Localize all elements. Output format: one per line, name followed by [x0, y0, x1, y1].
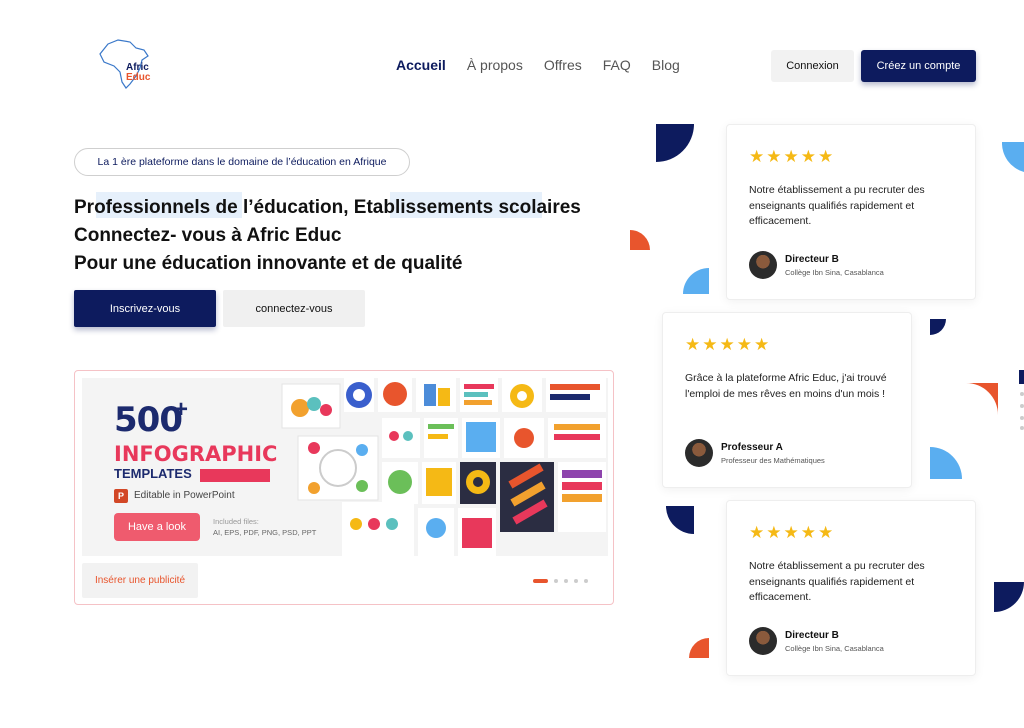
testimonial-role: Professeur des Mathématiques [721, 456, 825, 465]
nav-accueil[interactable]: Accueil [396, 57, 446, 73]
login-button[interactable]: Connexion [771, 50, 854, 82]
nav-faq[interactable]: FAQ [603, 57, 631, 73]
have-a-look-button[interactable]: Have a look [114, 513, 200, 541]
decor-quarter-orange [966, 383, 998, 415]
register-button[interactable]: Inscrivez-vous [74, 290, 216, 327]
logo[interactable]: Afric Educ [96, 38, 156, 92]
decor-quarter-sky [930, 447, 962, 479]
signup-button[interactable]: Créez un compte [861, 50, 976, 82]
hero-headline: Professionnels de l’éducation, Etablisse… [74, 194, 581, 278]
ad-subtitle: TEMPLATES [114, 466, 192, 481]
carousel-dot[interactable] [564, 579, 568, 583]
main-nav: Accueil À propos Offres FAQ Blog [396, 57, 680, 73]
headline-line-2: Connectez- vous à Afric Educ [74, 225, 342, 246]
carousel-dots [533, 579, 588, 583]
headline-line-3: Pour une éducation innovante et de quali… [74, 253, 463, 274]
nav-blog[interactable]: Blog [652, 57, 680, 73]
decor-quarter-navy [666, 506, 694, 534]
ad-title: INFOGRAPHIC [114, 442, 278, 466]
avatar [749, 627, 777, 655]
ad-files-label: Included files: [213, 517, 259, 526]
testimonial-quote: Notre établissement a pu recruter des en… [749, 560, 925, 603]
decor-quarter-sky [683, 268, 709, 294]
decor-quarter-orange [630, 230, 650, 250]
infographic-collage-image [281, 378, 606, 556]
nav-offres[interactable]: Offres [544, 57, 582, 73]
ad-plus: + [174, 396, 189, 423]
carousel-dot[interactable] [574, 579, 578, 583]
headline-line-1: Professionnels de l’éducation, Etablisse… [74, 197, 581, 218]
testimonial-name: Professeur A [721, 442, 783, 453]
decor-quarter-navy [994, 582, 1024, 612]
decor-scroll-dots [1019, 370, 1024, 430]
avatar [685, 439, 713, 467]
star-rating-icon: ★★★★★ [685, 335, 772, 354]
ad-number: 500 [114, 400, 183, 440]
insert-ad-button[interactable]: Insérer une publicité [82, 563, 198, 598]
avatar [749, 251, 777, 279]
logo-text: Afric Educ [126, 63, 150, 83]
logo-line-2: Educ [126, 72, 151, 83]
ad-accent-bar [200, 469, 270, 482]
carousel-dot[interactable] [554, 579, 558, 583]
testimonial-role: Collège Ibn Sina, Casablanca [785, 644, 884, 653]
testimonial-role: Collège Ibn Sina, Casablanca [785, 268, 884, 277]
ad-ppt-text: Editable in PowerPoint [134, 490, 235, 501]
decor-quarter-orange [689, 638, 709, 658]
testimonial-quote: Grâce à la plateforme Afric Educ, j'ai t… [685, 372, 887, 400]
testimonial-name: Directeur B [785, 254, 839, 265]
decor-quarter-sky [1002, 142, 1024, 172]
star-rating-icon: ★★★★★ [749, 523, 836, 542]
nav-a-propos[interactable]: À propos [467, 57, 523, 73]
decor-quarter-navy [930, 319, 946, 335]
testimonial-card: ★★★★★ Notre établissement a pu recruter … [726, 500, 976, 676]
ad-banner: 500 + INFOGRAPHIC TEMPLATES P Editable i… [74, 370, 614, 605]
carousel-dot[interactable] [533, 579, 548, 583]
carousel-dot[interactable] [584, 579, 588, 583]
star-rating-icon: ★★★★★ [749, 147, 836, 166]
testimonial-card: ★★★★★ Grâce à la plateforme Afric Educ, … [662, 312, 912, 488]
decor-quarter-navy [656, 124, 694, 162]
testimonial-card: ★★★★★ Notre établissement a pu recruter … [726, 124, 976, 300]
testimonial-name: Directeur B [785, 630, 839, 641]
connect-button[interactable]: connectez-vous [223, 290, 365, 327]
tagline-pill: La 1 ère plateforme dans le domaine de l… [74, 148, 410, 176]
powerpoint-icon: P [114, 489, 128, 503]
ad-image[interactable]: 500 + INFOGRAPHIC TEMPLATES P Editable i… [82, 378, 608, 556]
testimonial-quote: Notre établissement a pu recruter des en… [749, 184, 925, 227]
